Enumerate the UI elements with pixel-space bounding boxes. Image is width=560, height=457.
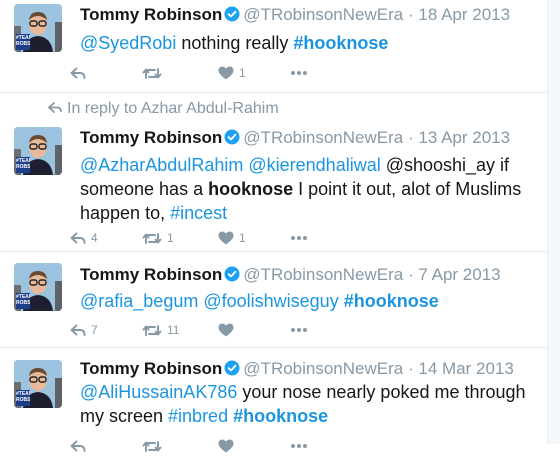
avatar[interactable]: #TEAM ROBSON <box>14 4 62 52</box>
reply-icon <box>70 67 86 80</box>
tweet-header: Tommy Robinson @TRobinsonNewEra · 7 Apr 2… <box>80 265 501 287</box>
retweet-count: 1 <box>167 231 174 245</box>
avatar[interactable]: #TEAM ROBSON <box>14 263 62 311</box>
more-dots-icon <box>290 70 308 76</box>
separator: · <box>407 128 414 147</box>
reply-icon <box>70 440 86 453</box>
mention-link[interactable]: @kierendhaliwal <box>248 155 380 175</box>
page-scroll-edge <box>548 0 560 444</box>
tweet-header: Tommy Robinson @TRobinsonNewEra · 13 Apr … <box>80 128 510 150</box>
tweet-text: @AliHussainAK786 your nose nearly poked … <box>80 380 535 428</box>
reply-arrow-icon <box>48 102 62 113</box>
tweet-date[interactable]: 14 Mar 2013 <box>418 359 513 378</box>
author-name[interactable]: Tommy Robinson <box>80 265 222 284</box>
tweet-actions: 7 11 <box>70 321 330 339</box>
heart-icon <box>218 439 234 453</box>
like-button[interactable]: 1 <box>218 66 246 80</box>
avatar[interactable]: #TEAM ROBSON <box>14 360 62 408</box>
more-dots-icon <box>290 235 308 241</box>
author-handle[interactable]: @TRobinsonNewEra <box>243 265 403 284</box>
tweet[interactable]: #TEAM ROBSON Tommy Robinson @TRobinsonNew… <box>0 251 547 348</box>
tweet-date[interactable]: 18 Apr 2013 <box>418 5 510 24</box>
retweet-icon <box>142 67 162 80</box>
mention-link[interactable]: @AzharAbdulRahim <box>80 155 243 175</box>
tweet-actions: 1 <box>70 64 330 82</box>
reply-button[interactable] <box>70 440 91 453</box>
more-dots-icon <box>290 327 308 333</box>
like-button[interactable] <box>218 323 239 337</box>
mention-link[interactable]: @rafia_begum <box>80 291 198 311</box>
author-handle[interactable]: @TRobinsonNewEra <box>243 359 403 378</box>
avatar-badge-text: #TEAM ROBSON <box>16 35 30 47</box>
avatar-badge-text: #TEAM ROBSON <box>16 294 30 306</box>
tweet-actions: 4 1 1 <box>70 229 330 247</box>
reply-context[interactable]: In reply to Azhar Abdul-Rahim <box>48 100 279 118</box>
verified-badge-icon <box>224 360 240 381</box>
separator: · <box>407 5 414 24</box>
avatar-badge-text: #TEAM ROBSON <box>16 158 30 170</box>
hashtag-link[interactable]: #hooknose <box>344 291 439 311</box>
like-button[interactable]: 1 <box>218 231 246 245</box>
retweet-button[interactable] <box>142 67 167 80</box>
more-button[interactable] <box>290 327 308 333</box>
heart-icon <box>218 231 234 245</box>
more-button[interactable] <box>290 70 308 76</box>
reply-icon <box>70 232 86 245</box>
reply-button[interactable]: 4 <box>70 231 98 245</box>
verified-badge-icon <box>224 6 240 27</box>
verified-badge-icon <box>224 129 240 150</box>
mention-link[interactable]: @foolishwiseguy <box>203 291 338 311</box>
mention-link[interactable]: @AliHussainAK786 <box>80 382 237 402</box>
retweet-icon <box>142 232 162 245</box>
reply-icon <box>70 324 86 337</box>
tweet-header: Tommy Robinson @TRobinsonNewEra · 14 Mar … <box>80 359 514 381</box>
like-count: 1 <box>239 231 246 245</box>
separator: · <box>407 265 414 284</box>
hashtag-link[interactable]: #incest <box>170 203 227 223</box>
like-button[interactable] <box>218 439 239 453</box>
tweet-header: Tommy Robinson @TRobinsonNewEra · 18 Apr … <box>80 5 510 27</box>
reply-count: 4 <box>91 231 98 245</box>
author-name[interactable]: Tommy Robinson <box>80 359 222 378</box>
heart-icon <box>218 323 234 337</box>
tweet-date[interactable]: 13 Apr 2013 <box>418 128 510 147</box>
hashtag-link[interactable]: #hooknose <box>233 406 328 426</box>
verified-badge-icon <box>224 266 240 287</box>
reply-count: 7 <box>91 323 98 337</box>
heart-icon <box>218 66 234 80</box>
more-button[interactable] <box>290 235 308 241</box>
tweet[interactable]: In reply to Azhar Abdul-Rahim #TEAM ROBS… <box>0 92 547 252</box>
avatar-badge-text: #TEAM ROBSON <box>16 391 30 403</box>
highlighted-term: hooknose <box>208 179 294 199</box>
tweet-text: @SyedRobi nothing really #hooknose <box>80 31 535 55</box>
retweet-icon <box>142 324 162 337</box>
author-handle[interactable]: @TRobinsonNewEra <box>243 128 403 147</box>
retweet-button[interactable]: 1 <box>142 231 174 245</box>
hashtag-link[interactable]: #hooknose <box>293 33 388 53</box>
author-name[interactable]: Tommy Robinson <box>80 128 222 147</box>
reply-context-label: In reply to Azhar Abdul-Rahim <box>67 100 279 117</box>
retweet-icon <box>142 440 162 453</box>
tweet-text-segment: nothing really <box>176 33 294 53</box>
tweet-actions <box>70 437 330 455</box>
avatar[interactable]: #TEAM ROBSON <box>14 127 62 175</box>
tweet[interactable]: #TEAM ROBSON Tommy Robinson @TRobinsonNew… <box>0 347 547 457</box>
retweet-button[interactable] <box>142 440 167 453</box>
author-handle[interactable]: @TRobinsonNewEra <box>243 5 403 24</box>
separator: · <box>407 359 414 378</box>
like-count: 1 <box>239 66 246 80</box>
tweet-timeline: #TEAM ROBSON Tommy Robinson @TRobinsonNew… <box>0 0 548 453</box>
author-name[interactable]: Tommy Robinson <box>80 5 222 24</box>
reply-button[interactable]: 7 <box>70 323 98 337</box>
retweet-button[interactable]: 11 <box>142 323 179 337</box>
tweet-text: @AzharAbdulRahim @kierendhaliwal @shoosh… <box>80 153 535 225</box>
mention-link[interactable]: @SyedRobi <box>80 33 176 53</box>
hashtag-link[interactable]: #inbred <box>168 406 228 426</box>
retweet-count: 11 <box>167 323 180 337</box>
reply-button[interactable] <box>70 67 91 80</box>
tweet-text: @rafia_begum @foolishwiseguy #hooknose <box>80 289 535 313</box>
tweet[interactable]: #TEAM ROBSON Tommy Robinson @TRobinsonNew… <box>0 0 547 93</box>
tweet-date[interactable]: 7 Apr 2013 <box>418 265 500 284</box>
